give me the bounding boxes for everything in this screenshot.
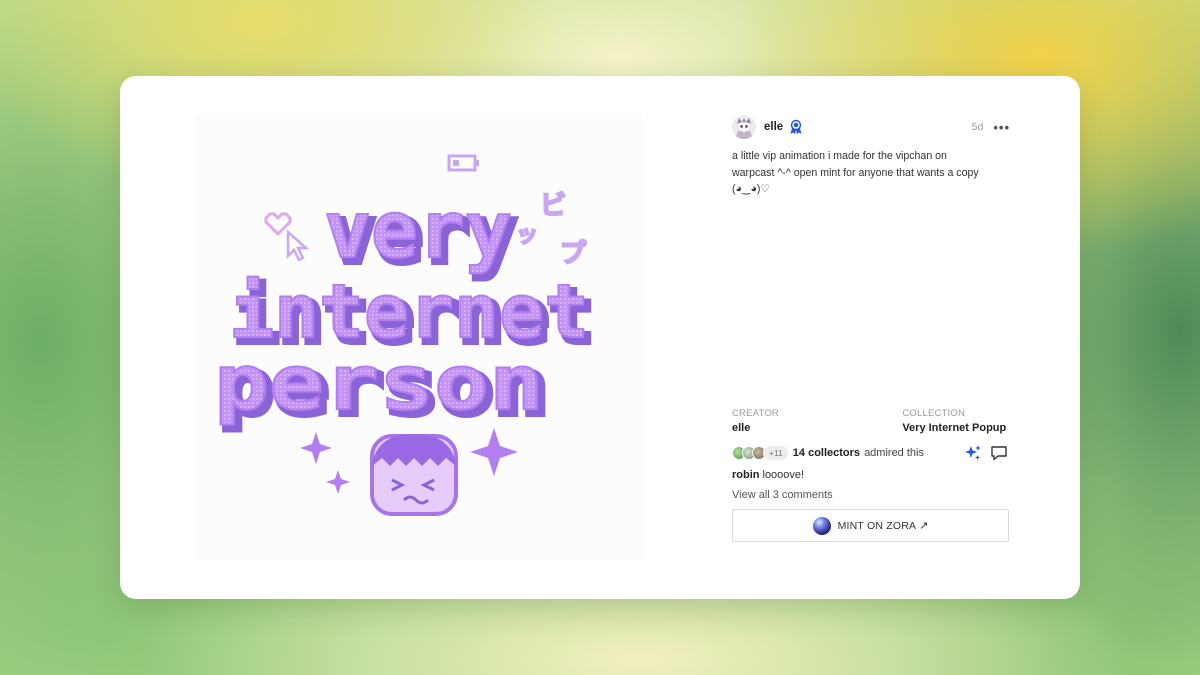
creator-value[interactable]: elle (732, 422, 902, 434)
collector-avatars[interactable]: +11 (732, 445, 789, 461)
comment-icon[interactable] (990, 444, 1008, 462)
artwork-image[interactable]: ビ ッ プ very very internet internet person… (196, 114, 642, 560)
collectors-count[interactable]: 14 collectors (793, 447, 860, 459)
sparkle-icon[interactable] (964, 444, 982, 462)
latest-comment: robin loooove! (732, 469, 1010, 481)
artwork-illustration: ビ ッ プ very very internet internet person… (213, 154, 597, 516)
creator-section: CREATOR elle (732, 408, 902, 434)
cursor-icon (286, 229, 310, 262)
author-name[interactable]: elle (764, 121, 783, 133)
svg-text:person: person (214, 338, 544, 427)
post-caption: a little vip animation i made for the vi… (732, 150, 979, 195)
battery-icon (447, 154, 479, 172)
comment-text: loooove! (762, 469, 805, 481)
mint-label: MINT ON ZORA (837, 519, 917, 532)
view-all-comments-link[interactable]: View all 3 comments (732, 489, 1010, 501)
sparkle-decoration (326, 470, 350, 494)
sparkle-decoration (300, 432, 332, 464)
post-meta: CREATOR elle COLLECTION Very Internet Po… (732, 408, 1010, 542)
author-avatar[interactable] (732, 115, 756, 139)
zora-logo-icon (812, 516, 831, 535)
comment-user[interactable]: robin (732, 469, 760, 481)
collectors-row: +11 14 collectors admired this (732, 443, 1010, 463)
sparkle-decoration (470, 428, 518, 476)
kana-decoration: プ (560, 239, 587, 269)
collection-label: COLLECTION (902, 408, 966, 419)
admired-text: admired this (864, 447, 924, 459)
character-face (370, 434, 458, 516)
more-options-icon[interactable]: ••• (993, 120, 1010, 135)
heart-icon (264, 212, 292, 237)
collection-value[interactable]: Very Internet Popup (902, 422, 1010, 434)
post-header: elle 5d ••• (732, 114, 1010, 140)
kana-decoration: ッ (516, 223, 538, 248)
external-arrow-icon: ↗ (919, 520, 929, 532)
collection-section: COLLECTION Very Internet Popup (902, 408, 1010, 434)
post-details: elle 5d ••• a little vip animation i mad… (732, 114, 1010, 198)
mint-on-zora-button[interactable]: MINT ON ZORA ↗ (732, 509, 1009, 542)
creator-label: CREATOR (732, 408, 779, 419)
collector-extra-count: +11 (763, 445, 789, 461)
kana-decoration: ビ (540, 191, 566, 221)
avatar-image (732, 115, 756, 139)
post-time: 5d (971, 121, 984, 133)
post-card: ビ ッ プ very very internet internet person… (120, 76, 1080, 599)
svg-text:very: very (324, 186, 512, 276)
verified-badge-icon (789, 119, 803, 135)
